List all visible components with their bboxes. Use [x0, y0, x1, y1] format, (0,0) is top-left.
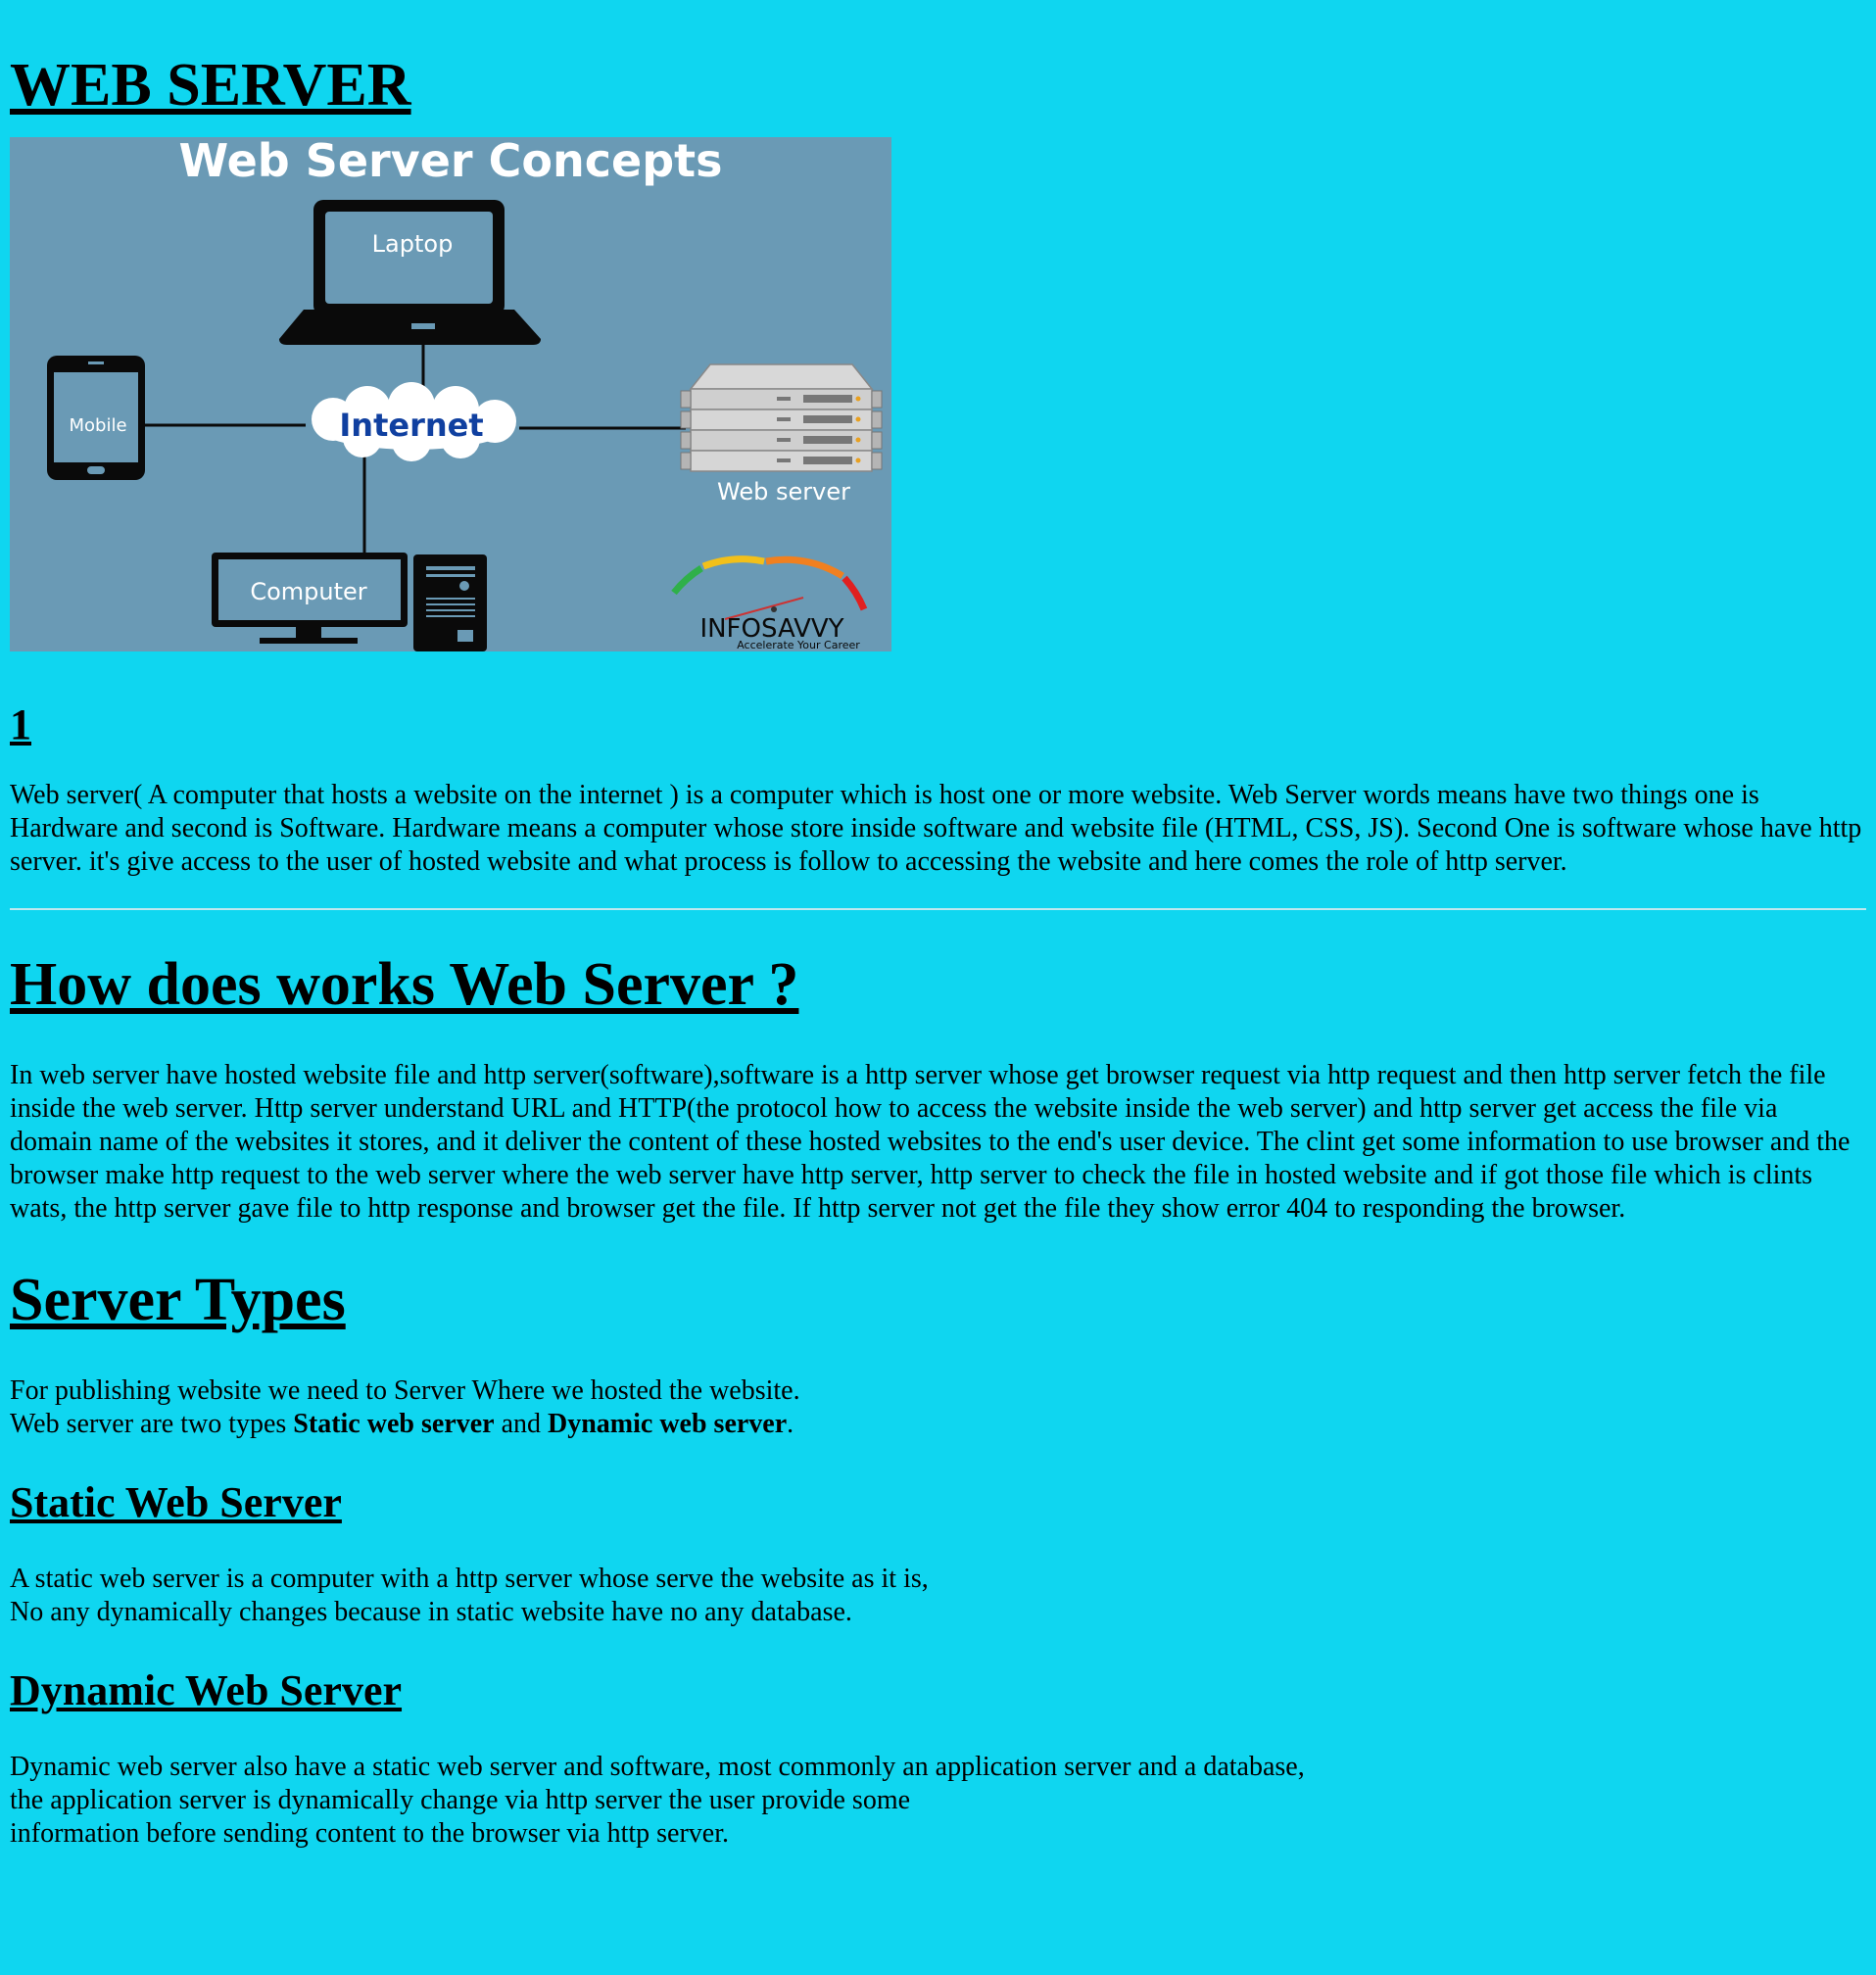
page-title: WEB SERVER — [10, 52, 411, 119]
svg-text:Accelerate Your Career: Accelerate Your Career — [737, 639, 860, 651]
svg-text:Laptop: Laptop — [372, 230, 454, 258]
dynamic-web-server-heading: Dynamic Web Server — [10, 1666, 403, 1714]
page: WEB SERVER Web Server Concepts Laptop Mo… — [0, 0, 1876, 1851]
dynamic-web-server-bold: Dynamic web server — [548, 1409, 788, 1439]
how-paragraph: In web server have hosted website file a… — [10, 1060, 1851, 1224]
mobile-icon: Mobile — [47, 356, 145, 480]
svg-text:Computer: Computer — [250, 578, 366, 605]
svg-text:Internet: Internet — [339, 407, 483, 444]
static-web-server-paragraph: A static web server is a computer with a… — [10, 1564, 929, 1627]
static-web-server-heading: Static Web Server — [10, 1478, 342, 1526]
how-heading: How does works Web Server ? — [10, 951, 799, 1018]
svg-text:Mobile: Mobile — [69, 415, 126, 436]
dynamic-web-server-paragraph: Dynamic web server also have a static we… — [10, 1752, 1305, 1849]
web-server-concepts-image: Web Server Concepts Laptop Mobile Intern… — [10, 137, 891, 651]
laptop-icon: Laptop — [279, 200, 541, 345]
server-types-paragraph: For publishing website we need to Server… — [10, 1375, 800, 1439]
section-1-heading: 1 — [10, 700, 31, 748]
static-web-server-bold: Static web server — [293, 1409, 495, 1439]
svg-text:Web server: Web server — [717, 478, 850, 506]
section-1-paragraph: Web server( A computer that hosts a webs… — [10, 780, 1862, 877]
server-types-heading: Server Types — [10, 1267, 346, 1333]
server-types-line-1: For publishing website we need to Server… — [10, 1375, 800, 1406]
figure-heading: Web Server Concepts — [178, 137, 722, 187]
divider — [10, 908, 1866, 910]
